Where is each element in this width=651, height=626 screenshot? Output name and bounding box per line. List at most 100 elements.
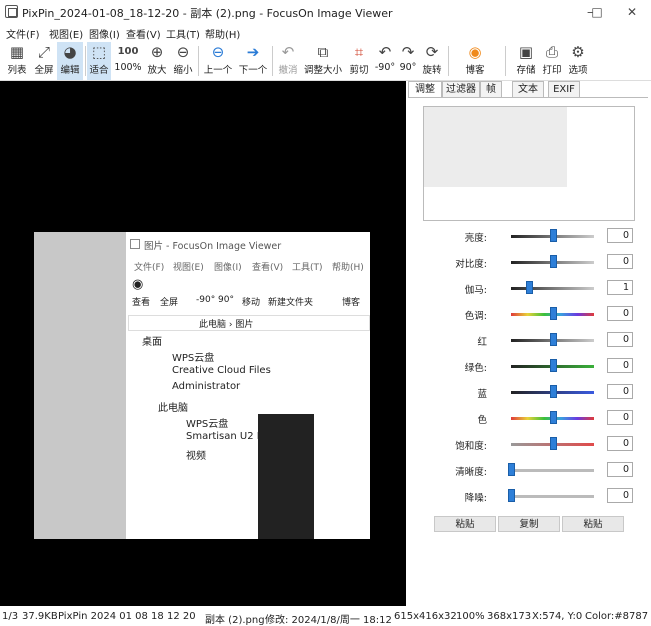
save-button[interactable]: ▣ 存储: [513, 42, 539, 80]
slider-thumb[interactable]: [526, 281, 534, 294]
crop-label: 剪切: [349, 65, 369, 76]
print-button[interactable]: ⎙ 打印: [539, 42, 565, 80]
slider-thumb[interactable]: [549, 229, 557, 242]
status-filename: PixPin 2024 01 08 18 12 20: [58, 611, 196, 622]
embedded-tool-label: -90°: [196, 295, 216, 305]
arrow-left-icon: ⊖: [211, 43, 225, 61]
status-bar: 1/3 37.9KB PixPin 2024 01 08 18 12 20 副本…: [0, 606, 651, 626]
image-canvas[interactable]: 图片 - FocusOn Image Viewer 文件(F) 视图(E) 图像…: [0, 81, 406, 606]
rotate-right-button[interactable]: ↷ 90°: [397, 42, 419, 80]
slider-label: 饱和度:: [455, 441, 487, 452]
palette-icon: ◕: [63, 43, 77, 61]
slider-thumb[interactable]: [549, 411, 557, 424]
embedded-app-icon: [130, 239, 140, 249]
previous-button[interactable]: ⊖ 上一个: [201, 42, 235, 80]
slider-value-input[interactable]: 0: [607, 228, 633, 243]
slider-row: 色调: 0: [406, 304, 651, 326]
list-button[interactable]: ▦ 列表: [4, 42, 30, 80]
rss-icon: ◉: [468, 43, 482, 61]
window-title: PixPin_2024-01-08_18-12-20 - 副本 (2).png …: [22, 7, 393, 20]
slider-value-input[interactable]: 0: [607, 332, 633, 347]
zoom-out-button[interactable]: ⊖ 缩小: [170, 42, 196, 80]
menu-help[interactable]: 帮助(H): [205, 26, 240, 41]
status-color: Color:#8787: [585, 611, 649, 622]
crop-button[interactable]: ⌗ 剪切: [346, 42, 372, 80]
slider-track[interactable]: [511, 437, 594, 450]
edit-button[interactable]: ◕ 编辑: [57, 42, 83, 80]
tree-item: 此电脑: [158, 403, 188, 414]
zoom-100-icon: 100: [117, 46, 139, 57]
close-button[interactable]: ✕: [612, 0, 651, 24]
slider-track[interactable]: [511, 255, 594, 268]
slider-thumb[interactable]: [549, 307, 557, 320]
slider-thumb[interactable]: [549, 255, 557, 268]
embedded-menu-item: 帮助(H): [332, 263, 364, 273]
slider-value-input[interactable]: 0: [607, 254, 633, 269]
copy-button[interactable]: 复制: [498, 516, 560, 532]
tab-exif[interactable]: EXIF: [548, 81, 580, 97]
slider-track[interactable]: [508, 489, 594, 502]
tab-adjust[interactable]: 调整: [408, 81, 442, 97]
slider-track[interactable]: [511, 333, 594, 346]
resize-button[interactable]: ⧉ 调整大小: [302, 42, 344, 80]
slider-value-input[interactable]: 0: [607, 358, 633, 373]
slider-track[interactable]: [511, 411, 594, 424]
resize-icon: ⧉: [317, 43, 329, 61]
edit-label: 编辑: [60, 65, 80, 76]
maximize-button[interactable]: □: [577, 0, 617, 24]
fit-button[interactable]: ⬚ 适合: [87, 42, 111, 80]
grid-icon: ▦: [9, 43, 25, 61]
slider-track[interactable]: [511, 385, 594, 398]
undo-button[interactable]: ↶ 撤消: [275, 42, 301, 80]
toolbar-divider: [448, 46, 449, 76]
slider-label: 对比度:: [455, 259, 487, 270]
slider-value-input[interactable]: 0: [607, 488, 633, 503]
slider-value-input[interactable]: 0: [607, 462, 633, 477]
fullscreen-button[interactable]: ⤢ 全屏: [31, 42, 57, 80]
menu-image[interactable]: 图像(I): [89, 26, 120, 41]
status-index: 1/3: [2, 611, 19, 622]
slider-thumb[interactable]: [508, 463, 515, 476]
embedded-window: 图片 - FocusOn Image Viewer 文件(F) 视图(E) 图像…: [126, 232, 370, 539]
slider-thumb[interactable]: [508, 489, 515, 502]
gear-icon: ⚙: [571, 43, 585, 61]
slider-track[interactable]: [511, 359, 594, 372]
zoom-100-button[interactable]: 100 100%: [113, 42, 143, 80]
zoom-in-button[interactable]: ⊕ 放大: [144, 42, 170, 80]
slider-thumb[interactable]: [549, 333, 557, 346]
slider-thumb[interactable]: [549, 359, 557, 372]
slider-track[interactable]: [508, 463, 594, 476]
toolbar-divider: [198, 46, 199, 76]
next-button[interactable]: ➔ 下一个: [236, 42, 270, 80]
toolbar-divider: [505, 46, 506, 76]
previous-label: 上一个: [203, 65, 233, 76]
menu-look[interactable]: 查看(V): [126, 26, 161, 41]
app-icon: [5, 5, 18, 18]
slider-value-input[interactable]: 0: [607, 306, 633, 321]
slider-track[interactable]: [511, 229, 594, 242]
slider-value-input[interactable]: 0: [607, 384, 633, 399]
expand-icon: ⤢: [37, 43, 50, 61]
tab-filters[interactable]: 过滤器: [442, 81, 480, 97]
slider-value-input[interactable]: 0: [607, 436, 633, 451]
tab-text[interactable]: 文本: [512, 81, 544, 97]
slider-row: 对比度: 0: [406, 252, 651, 274]
slider-track[interactable]: [511, 281, 594, 294]
menu-file[interactable]: 文件(F): [6, 26, 40, 41]
tree-item: 视频: [186, 451, 206, 462]
paste-button[interactable]: 粘贴: [434, 516, 496, 532]
paste-button-2[interactable]: 粘贴: [562, 516, 624, 532]
slider-track[interactable]: [511, 307, 594, 320]
blog-button[interactable]: ◉ 博客: [460, 42, 490, 80]
tab-frames[interactable]: 帧: [480, 81, 502, 97]
slider-value-input[interactable]: 1: [607, 280, 633, 295]
slider-thumb[interactable]: [549, 437, 557, 450]
menu-view[interactable]: 视图(E): [49, 26, 83, 41]
options-button[interactable]: ⚙ 选项: [565, 42, 591, 80]
slider-value-input[interactable]: 0: [607, 410, 633, 425]
slider-thumb[interactable]: [549, 385, 557, 398]
rotate-left-button[interactable]: ↶ -90°: [373, 42, 397, 80]
rotate-button[interactable]: ⟳ 旋转: [419, 42, 445, 80]
menu-tools[interactable]: 工具(T): [166, 26, 200, 41]
toolbar-divider: [272, 46, 273, 76]
